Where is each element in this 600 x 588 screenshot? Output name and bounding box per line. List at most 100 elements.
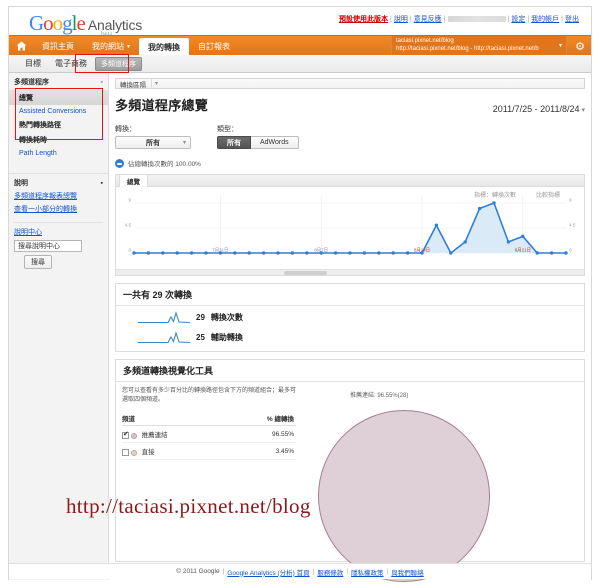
mcf-visualizer-section: 多頻道轉換視覺化工具 您可以查看有多少百分比的轉換路徑包含下方的頻道組合；最多可… [115, 359, 585, 582]
footer-link-contact[interactable]: 與我們聯絡 [391, 567, 424, 577]
chart-metric-label[interactable]: 指標：轉換次數 [474, 190, 516, 199]
account-selector[interactable]: taciasi.pixnet.net/blog http://taciasi.p… [391, 36, 567, 56]
top-links: 預設使用此版本 | 說明 | 意見反應 | | 設定 | 我的帳戶 | 登出 [339, 16, 579, 23]
metric-row-assisted-value: 25 [196, 333, 205, 342]
channel-checkbox-referral[interactable] [122, 430, 129, 440]
default-version-link[interactable]: 預設使用此版本 [339, 16, 388, 23]
logo-letter-o1: o [43, 11, 53, 35]
channel-selector: 您可以查看有多少百分比的轉換路徑包含下方的頻道組合；最多可選取四個頻道。 頻道 … [116, 382, 302, 461]
nav-tab-my-sites-label: 我的網站 [92, 41, 124, 51]
metric-row-conversions-label: 轉換次數 [210, 313, 243, 322]
help-search-input[interactable] [14, 240, 82, 252]
help-link[interactable]: 說明 [394, 16, 408, 23]
color-swatch-icon [130, 432, 137, 439]
subnav-item-ecommerce[interactable]: 電子商務 [49, 56, 93, 71]
svg-text:4.5: 4.5 [125, 223, 132, 228]
watermark-url: http://taciasi.pixnet.net/blog [66, 494, 311, 518]
help-link-mcf-overview[interactable]: 多頻道程序報表總覽 [14, 191, 103, 201]
sidebar-item-overview[interactable]: 總覽 [9, 90, 108, 105]
chart-container: 指標：轉換次數 比較指標 0 0 4.5 4.5 9 9 7月31日 8月7日 8月14日 8月2… [116, 187, 584, 269]
pct-column-header: % 總轉換 [230, 411, 296, 427]
venn-circle-referral[interactable] [318, 410, 490, 582]
svg-text:9: 9 [128, 198, 131, 203]
sidebar-item-path-length[interactable]: Path Length [9, 147, 108, 159]
sparkline-icon [138, 331, 190, 344]
sidebar-help-section: 說明 ▪ 多頻道程序報表總覽 查看一小部分的轉換 說明中心 搜尋 [9, 173, 108, 269]
footer-link-terms[interactable]: 服務條款 [317, 567, 343, 577]
table-row[interactable]: 直接 3.45% [122, 442, 296, 461]
collapse-icon[interactable]: ▪ [101, 180, 103, 187]
secondary-nav: 目標 電子商務 多頻道程序 [9, 54, 591, 73]
conversion-filter-label: 轉換： [115, 126, 136, 133]
metric-row-conversions[interactable]: 29 轉換次數 [116, 306, 584, 326]
metric-row-assisted-label: 輔助轉換 [210, 333, 243, 342]
advanced-segment-bar[interactable]: 轉換區隔 ▾ [115, 78, 585, 89]
nav-tab-list: 資訊主頁 我的網站 ▾ 我的轉換 自訂報表 [9, 36, 239, 56]
sidebar-help-header: 說明 ▪ [14, 178, 103, 188]
help-link-view-conversions[interactable]: 查看一小部分的轉換 [14, 204, 103, 214]
venn-diagram-area: 推薦連結: 96.55%(28) [302, 382, 584, 582]
chart-scrollbar[interactable] [116, 269, 584, 275]
help-search-button[interactable]: 搜尋 [24, 255, 52, 269]
conversions-line-chart[interactable]: 0 04.5 4.59 97月31日 8月7日 8月14日 8月21日 [120, 189, 580, 267]
venn-diagram-label: 推薦連結: 96.55%(28) [350, 393, 409, 399]
metric-row-assisted[interactable]: 25 輔助轉換 [116, 326, 584, 351]
channel-label-referral: 推薦連結 [141, 432, 168, 440]
google-analytics-logo[interactable]: Google Analytics beta [29, 11, 142, 38]
sidebar-item-time-lag-label: 轉換耗時 [19, 136, 47, 144]
date-range-picker[interactable]: 2011/7/25 - 2011/8/24 ▾ [493, 104, 585, 114]
feedback-link[interactable]: 意見反應 [414, 16, 442, 23]
info-icon [115, 158, 124, 168]
footer-link-privacy[interactable]: 隱私權政策 [351, 567, 384, 577]
channel-checkbox-direct[interactable] [122, 449, 129, 457]
date-range-value: 2011/7/25 - 2011/8/24 [492, 104, 580, 114]
svg-text:0: 0 [569, 248, 572, 253]
subnav-item-multi-channel-funnels-label: 多頻道程序 [101, 60, 136, 68]
sidebar-item-time-lag[interactable]: 轉換耗時 [9, 132, 108, 147]
chart-scrollbar-thumb[interactable] [284, 271, 327, 275]
sidebar-item-overview-label: 總覽 [19, 94, 33, 102]
channel-column-header: 頻道 [122, 411, 230, 427]
help-center-link[interactable]: 說明中心 [14, 229, 42, 236]
home-icon[interactable] [9, 36, 33, 56]
nav-tab-custom-reports[interactable]: 自訂報表 [189, 36, 239, 56]
percent-of-total-text: 佔總轉換次數的 100.00% [128, 161, 201, 168]
chevron-down-icon: ▾ [127, 43, 131, 50]
chevron-down-icon: ▾ [558, 43, 562, 49]
signout-link[interactable]: 登出 [565, 16, 579, 23]
nav-tab-dashboard[interactable]: 資訊主頁 [33, 36, 83, 56]
sidebar-item-path-length-label: Path Length [19, 149, 57, 157]
table-row[interactable]: 推薦連結 96.55% [122, 425, 296, 444]
subnav-item-goals[interactable]: 目標 [19, 56, 47, 71]
type-filter-adwords-button[interactable]: AdWords [251, 136, 299, 149]
chart-compare-label[interactable]: 比較指標 [536, 190, 560, 199]
channel-table-header-row: 頻道 % 總轉換 [122, 411, 296, 427]
settings-link[interactable]: 設定 [511, 16, 525, 23]
advanced-segment-label: 轉換區隔 [120, 78, 152, 89]
sidebar-item-assisted-conversions[interactable]: Assisted Conversions [9, 105, 108, 117]
chevron-down-icon: ▾ [182, 140, 186, 146]
footer-copyright: © 2011 Google [176, 568, 220, 575]
collapse-icon[interactable]: ▪ [101, 79, 103, 86]
sidebar-menu: 總覽 Assisted Conversions 熱門轉換路徑 轉換耗時 Path… [9, 90, 108, 159]
chart-metric-labels: 指標：轉換次數 比較指標 [474, 190, 560, 199]
sidebar-help-title: 說明 [14, 180, 28, 187]
sidebar-item-top-conversion-paths[interactable]: 熱門轉換路徑 [9, 117, 108, 132]
type-filter-all-button[interactable]: 所有 [217, 136, 251, 149]
gear-icon[interactable]: ⚙ [571, 38, 589, 54]
nav-tab-custom-reports-label: 自訂報表 [198, 41, 231, 51]
conversion-filter-select[interactable]: 所有 ▾ [115, 136, 191, 149]
chart-tab-list: 總覽 [116, 174, 584, 187]
svg-text:0: 0 [128, 248, 131, 253]
total-conversions-heading: 一共有 29 次轉換 [116, 284, 584, 306]
my-account-link[interactable]: 我的帳戶 [531, 16, 559, 23]
footer-link-home[interactable]: Google Analytics (分析) 首頁 [227, 567, 309, 577]
channel-table: 頻道 % 總轉換 推薦連結 [122, 411, 296, 461]
footer: © 2011 Google | Google Analytics (分析) 首頁 | 服… [9, 563, 591, 579]
nav-tab-my-conversions[interactable]: 我的轉換 [139, 38, 190, 56]
svg-text:4.5: 4.5 [569, 223, 576, 228]
percent-of-total-note: 佔總轉換次數的 100.00% [115, 158, 585, 168]
chart-tab-overview[interactable]: 總覽 [119, 174, 148, 187]
subnav-item-multi-channel-funnels[interactable]: 多頻道程序 [95, 56, 142, 71]
nav-tab-my-sites[interactable]: 我的網站 ▾ [83, 36, 139, 56]
